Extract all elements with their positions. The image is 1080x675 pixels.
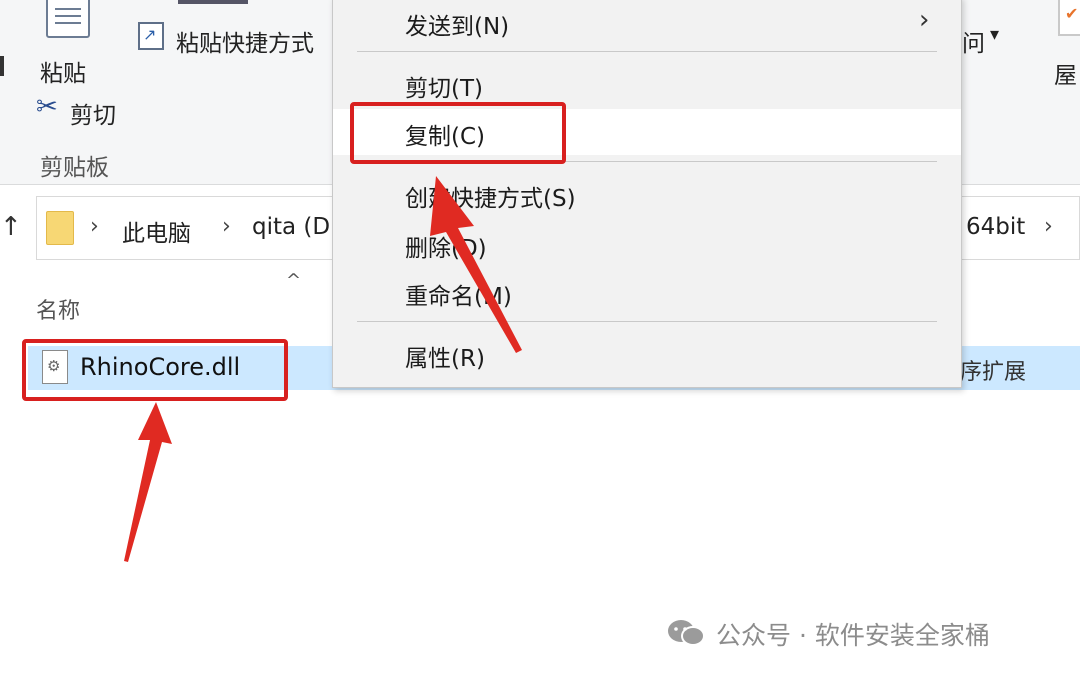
watermark-text: 公众号 · 软件安装全家桶 bbox=[716, 621, 990, 650]
arrow-to-copy bbox=[430, 176, 522, 353]
arrow-to-file bbox=[124, 402, 172, 562]
annotation-arrows bbox=[124, 176, 522, 562]
wechat-icon bbox=[668, 620, 705, 646]
